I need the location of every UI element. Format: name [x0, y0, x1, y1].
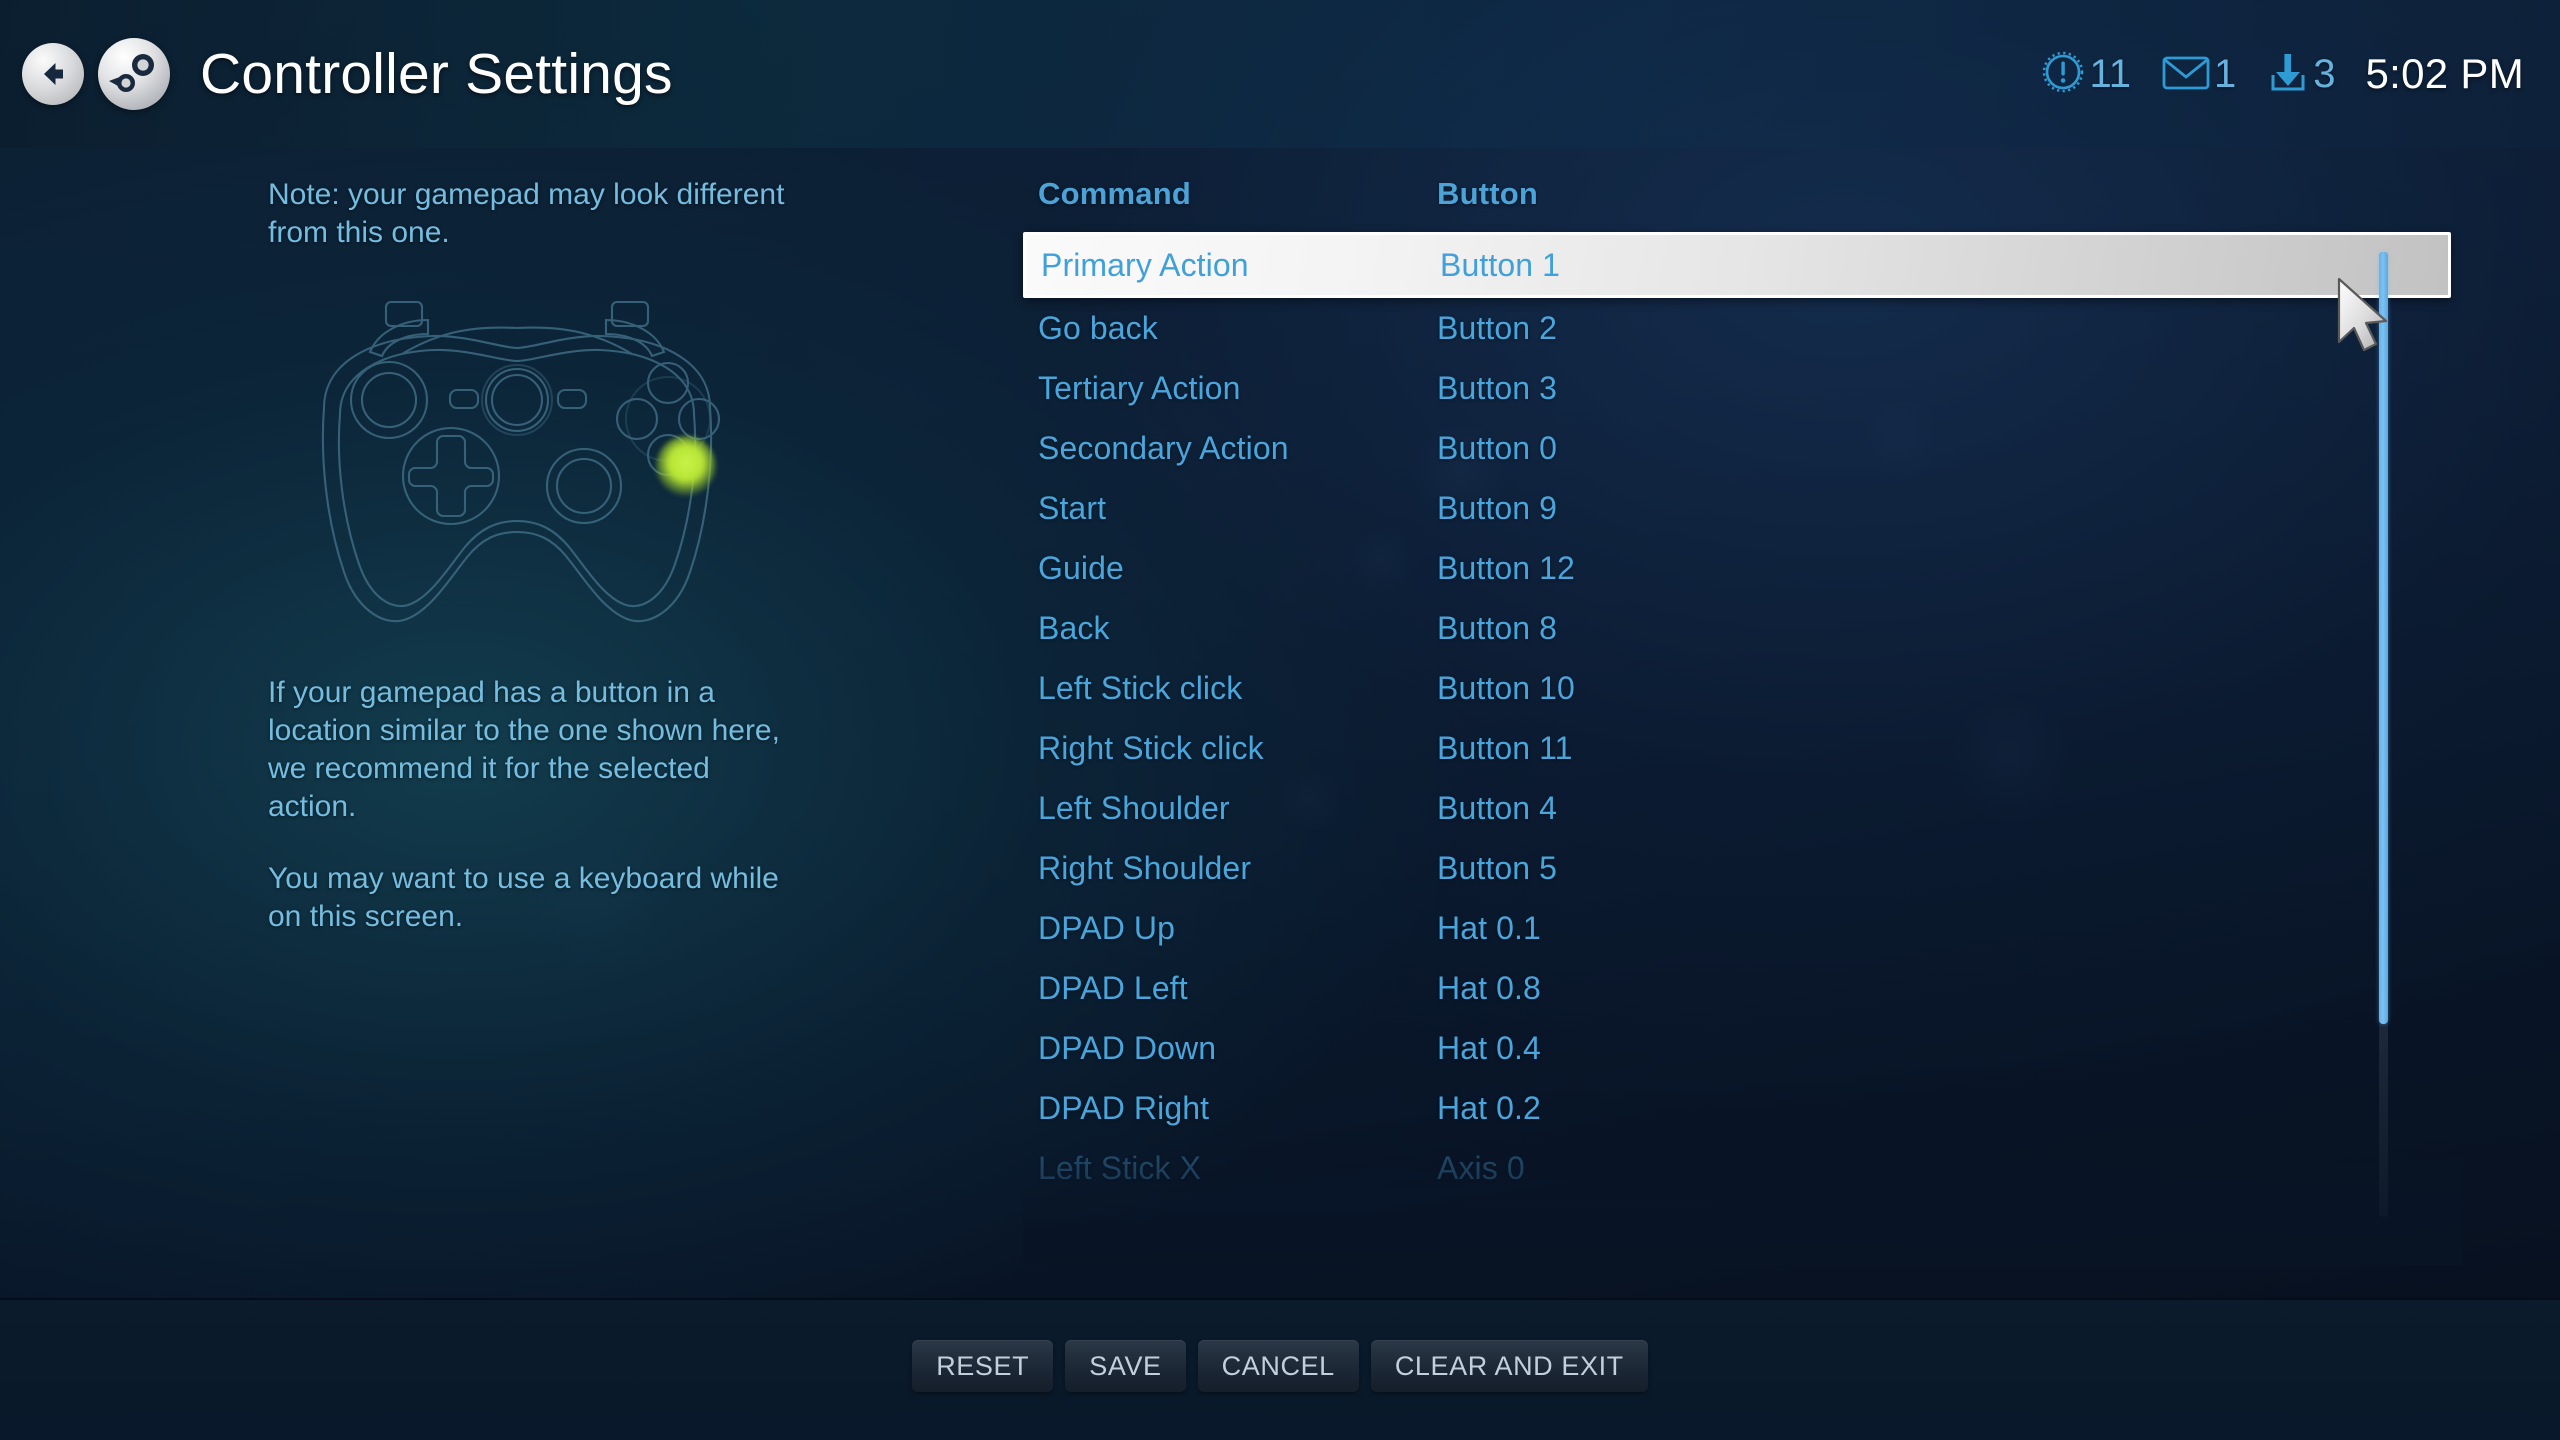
header-left-group: Controller Settings: [0, 38, 673, 110]
row-command-label: DPAD Down: [1038, 1029, 1217, 1066]
row-button-value: Button 4: [1437, 789, 1558, 826]
scrollbar-thumb[interactable]: [2379, 252, 2388, 1024]
save-button[interactable]: SAVE: [1065, 1340, 1186, 1392]
row-command-label: Secondary Action: [1038, 429, 1289, 466]
table-row[interactable]: Right Shoulder Button 5: [1023, 838, 2463, 898]
clock: 5:02 PM: [2365, 50, 2524, 97]
row-command-label: Guide: [1038, 549, 1124, 586]
table-row[interactable]: Go back Button 2: [1023, 298, 2463, 358]
xbox-gamepad-outline: [252, 290, 782, 640]
table-row[interactable]: Back Button 8: [1023, 598, 2463, 658]
row-button-value: Button 12: [1437, 549, 1575, 586]
row-button-value: Button 8: [1437, 609, 1558, 646]
clear-and-exit-button[interactable]: CLEAR AND EXIT: [1370, 1340, 1648, 1392]
table-row[interactable]: Left Stick click Button 10: [1023, 658, 2463, 718]
notifications-count: 11: [2089, 51, 2131, 96]
row-button-value: Button 5: [1437, 849, 1558, 886]
row-button-value: Button 10: [1437, 669, 1575, 706]
highlight-instructions: If your gamepad has a button in a locati…: [268, 676, 780, 823]
row-button-value: Hat 0.1: [1437, 909, 1541, 946]
row-command-label: Left Stick X: [1038, 1149, 1202, 1186]
row-command-label: Primary Action: [1041, 246, 1249, 283]
table-row[interactable]: Left Shoulder Button 4: [1023, 778, 2463, 838]
controller-settings-screen: Controller Settings 11 1 3 5:02 PM Note:…: [0, 0, 2560, 1440]
downloads-count: 3: [2313, 51, 2336, 96]
row-button-value: Button 2: [1437, 309, 1558, 346]
table-row[interactable]: Guide Button 12: [1023, 538, 2463, 598]
row-button-value: Button 1: [1440, 246, 1561, 283]
table-row[interactable]: Tertiary Action Button 3: [1023, 358, 2463, 418]
steam-logo-icon[interactable]: [98, 38, 170, 110]
row-command-label: DPAD Right: [1038, 1089, 1210, 1126]
downloads-status[interactable]: 3: [2266, 49, 2335, 100]
reset-button[interactable]: RESET: [912, 1340, 1054, 1392]
cancel-button[interactable]: CANCEL: [1197, 1340, 1359, 1392]
table-row[interactable]: DPAD Down Hat 0.4: [1023, 1018, 2463, 1078]
table-row[interactable]: Secondary Action Button 0: [1023, 418, 2463, 478]
column-header-button: Button: [1437, 176, 1539, 211]
table-row[interactable]: Left Stick X Axis 0: [1023, 1138, 2463, 1198]
row-button-value: Hat 0.4: [1437, 1029, 1541, 1066]
row-command-label: Left Stick click: [1038, 669, 1243, 706]
table-row[interactable]: Right Stick click Button 11: [1023, 718, 2463, 778]
column-header-command: Command: [1038, 176, 1191, 211]
recommended-button-highlight: [656, 436, 716, 496]
row-button-value: Hat 0.2: [1437, 1089, 1541, 1126]
scrollbar-track[interactable]: [2379, 252, 2388, 1217]
back-arrow-icon[interactable]: [22, 43, 84, 105]
messages-status[interactable]: 1: [2161, 52, 2236, 97]
binding-table: Command Button Primary Action Button 1 Go …: [1023, 176, 2463, 1266]
alert-notification-icon: [2040, 49, 2086, 100]
row-command-label: Back: [1038, 609, 1110, 646]
download-arrow-icon: [2266, 49, 2310, 100]
row-button-value: Hat 0.8: [1437, 969, 1541, 1006]
table-row-selected[interactable]: Primary Action Button 1: [1023, 232, 2451, 298]
row-command-label: Start: [1038, 489, 1107, 526]
gamepad-info-panel: Note: your gamepad may look different fr…: [268, 176, 798, 936]
messages-count: 1: [2213, 51, 2237, 96]
table-row[interactable]: Start Button 9: [1023, 478, 2463, 538]
page-title: Controller Settings: [200, 42, 673, 106]
envelope-mail-icon: [2161, 52, 2211, 97]
table-row[interactable]: DPAD Right Hat 0.2: [1023, 1078, 2463, 1138]
row-button-value: Button 3: [1437, 369, 1558, 406]
binding-row-list: Primary Action Button 1 Go back Button 2 Ter…: [1023, 232, 2463, 1198]
footer-bar: RESET SAVE CANCEL CLEAR AND EXIT: [0, 1298, 2560, 1440]
header-status-group: 11 1 3 5:02 PM: [2040, 0, 2524, 148]
keyboard-instructions: You may want to use a keyboard while on …: [268, 862, 779, 933]
row-command-label: Left Shoulder: [1038, 789, 1230, 826]
table-header-row: Command Button: [1023, 176, 2463, 212]
row-button-value: Axis 0: [1437, 1149, 1525, 1186]
row-button-value: Button 9: [1437, 489, 1558, 526]
gamepad-note: Note: your gamepad may look different fr…: [268, 178, 785, 249]
table-row[interactable]: DPAD Up Hat 0.1: [1023, 898, 2463, 958]
row-command-label: DPAD Left: [1038, 969, 1188, 1006]
row-command-label: Right Stick click: [1038, 729, 1264, 766]
table-row[interactable]: DPAD Left Hat 0.8: [1023, 958, 2463, 1018]
row-command-label: Tertiary Action: [1038, 369, 1241, 406]
row-button-value: Button 0: [1437, 429, 1558, 466]
row-command-label: DPAD Up: [1038, 909, 1176, 946]
footer-button-row: RESET SAVE CANCEL CLEAR AND EXIT: [912, 1340, 1648, 1392]
row-command-label: Right Shoulder: [1038, 849, 1252, 886]
row-command-label: Go back: [1038, 309, 1158, 346]
row-button-value: Button 11: [1437, 729, 1573, 766]
notifications-status[interactable]: 11: [2040, 49, 2131, 100]
header-bar: Controller Settings 11 1 3 5:02 PM: [0, 0, 2560, 148]
